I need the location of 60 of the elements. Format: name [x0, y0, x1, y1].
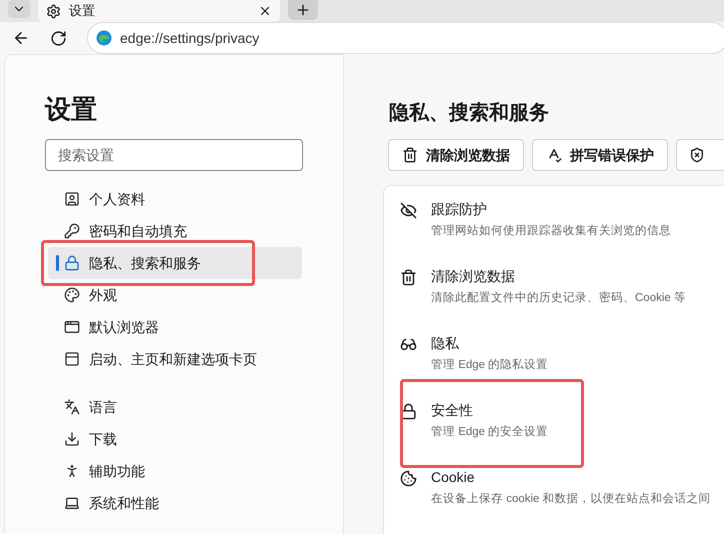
shield-icon: [689, 147, 705, 163]
sidebar-item[interactable]: 启动、主页和新建选项卡页: [48, 343, 302, 375]
settings-icon: [46, 4, 61, 18]
row-title: Cookie: [431, 468, 476, 486]
nav-icon: [64, 255, 80, 271]
search-field[interactable]: 搜索设置: [45, 139, 303, 171]
new-tab-button[interactable]: [288, 0, 318, 20]
row-icon: [400, 336, 417, 353]
plus-icon: [295, 2, 311, 18]
nav-icon: [64, 399, 80, 415]
row-icon: [400, 269, 417, 286]
row-icon: [400, 470, 417, 487]
row-title: 跟踪防护: [431, 200, 488, 218]
nav-icon: [64, 495, 80, 511]
close-icon[interactable]: [258, 4, 272, 18]
sidebar-item[interactable]: 语言: [48, 391, 302, 423]
settings-row[interactable]: 跟踪防护 管理网站如何使用跟踪器收集有关浏览的信息: [400, 200, 724, 239]
nav-icon: [64, 351, 80, 367]
sidebar-title: 设置: [45, 93, 98, 125]
trash-icon: [402, 147, 418, 163]
settings-row[interactable]: Cookie 在设备上保存 cookie 和数据，以便在站点和会话之间: [400, 468, 724, 507]
sidebar-item[interactable]: 系统和性能: [48, 487, 302, 519]
nav-icon: [64, 431, 80, 447]
nav-icon: [64, 191, 80, 207]
nav-icon: [64, 223, 80, 239]
sidebar-item[interactable]: 默认浏览器: [48, 311, 302, 343]
nav-icon: [64, 287, 80, 303]
tab-title: 设置: [69, 2, 96, 20]
toolbar-button[interactable]: 拼写错误保护: [532, 139, 668, 171]
row-description: 在设备上保存 cookie 和数据，以便在站点和会话之间: [431, 491, 711, 507]
row-icon: [400, 403, 417, 420]
row-description: 管理网站如何使用跟踪器收集有关浏览的信息: [431, 224, 671, 239]
row-title: 隐私: [431, 334, 460, 352]
sidebar-item[interactable]: 外观: [48, 279, 302, 311]
browser-tab[interactable]: 设置: [38, 0, 280, 22]
selection-indicator: [56, 255, 59, 271]
toolbar-button[interactable]: 清除浏览数据: [388, 139, 524, 171]
back-icon[interactable]: [12, 29, 30, 47]
row-description: 管理 Edge 的隐私设置: [431, 358, 548, 373]
row-description: 管理 Edge 的安全设置: [431, 424, 548, 440]
toolbar-button[interactable]: [676, 139, 724, 171]
page-title: 隐私、搜索和服务: [389, 101, 550, 126]
settings-row[interactable]: 清除浏览数据 清除此配置文件中的历史记录、密码、Cookie 等: [400, 267, 724, 306]
url-text: edge://settings/privacy: [120, 28, 260, 48]
settings-row[interactable]: 安全性 管理 Edge 的安全设置: [400, 401, 724, 440]
row-icon: [400, 202, 417, 219]
settings-row[interactable]: 隐私 管理 Edge 的隐私设置: [400, 334, 724, 373]
browser-logo-icon: [96, 30, 112, 46]
row-title: 清除浏览数据: [431, 267, 516, 285]
tab-list-button[interactable]: [8, 0, 30, 18]
address-bar[interactable]: edge://settings/privacy: [87, 22, 724, 54]
row-description: 清除此配置文件中的历史记录、密码、Cookie 等: [431, 290, 686, 306]
sidebar-item[interactable]: 辅助功能: [48, 455, 302, 487]
row-title: 安全性: [431, 401, 474, 419]
refresh-icon[interactable]: [50, 30, 67, 46]
sidebar-item[interactable]: 个人资料: [48, 183, 302, 215]
sidebar-item[interactable]: 密码和自动填充: [48, 215, 302, 247]
sidebar-item[interactable]: 下载: [48, 423, 302, 455]
sidebar-item[interactable]: 隐私、搜索和服务: [48, 247, 302, 279]
nav-icon: [64, 319, 80, 335]
